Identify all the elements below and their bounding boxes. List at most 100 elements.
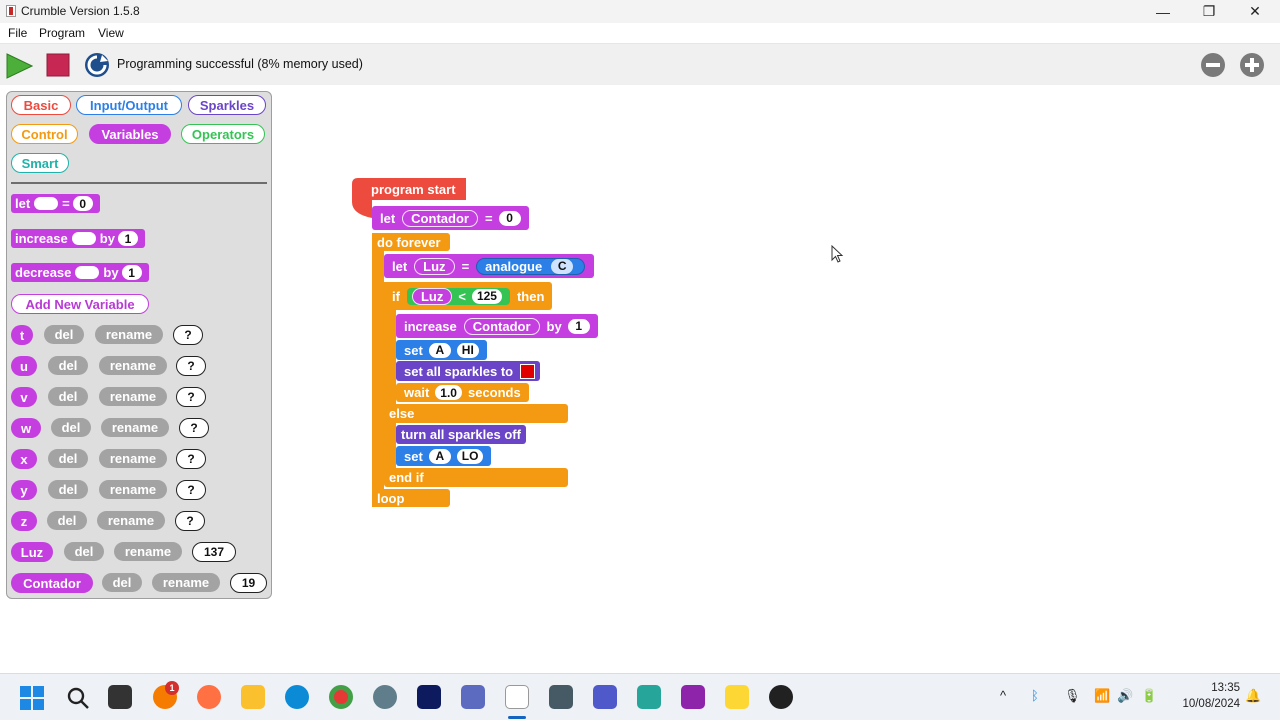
menu-view[interactable]: View	[98, 26, 124, 40]
let-block[interactable]: let Contador = 0	[372, 206, 529, 230]
menu-program[interactable]: Program	[39, 26, 85, 40]
minimize-button[interactable]: —	[1140, 0, 1186, 23]
else-block[interactable]: else	[384, 404, 568, 423]
delete-variable-button[interactable]: del	[64, 542, 104, 561]
variable-pill[interactable]: t	[11, 325, 33, 345]
battery-icon[interactable]: 🔋	[1141, 688, 1157, 704]
variable-pill[interactable]: z	[11, 511, 37, 531]
value-slot[interactable]: 125	[471, 288, 502, 304]
rename-variable-button[interactable]: rename	[99, 480, 167, 499]
value-slot[interactable]: 0	[72, 196, 93, 211]
palette-decrease-block[interactable]: decrease by 1	[11, 263, 149, 282]
add-new-variable-button[interactable]: Add New Variable	[11, 294, 149, 314]
task-view-icon[interactable]	[108, 685, 132, 709]
delete-variable-button[interactable]: del	[47, 511, 87, 530]
tray-expand-icon[interactable]: ^	[1000, 688, 1006, 703]
delete-variable-button[interactable]: del	[48, 449, 88, 468]
zoom-out-icon[interactable]	[1200, 52, 1226, 78]
analogue-reporter[interactable]: analogue C	[476, 257, 586, 275]
increase-block[interactable]: increase Contador by 1	[396, 314, 598, 338]
set-pin-low-block[interactable]: set A LO	[396, 446, 492, 466]
search-icon[interactable]	[66, 686, 90, 710]
program-start-block[interactable]: program start	[366, 178, 466, 200]
variable-slot[interactable]	[71, 232, 96, 245]
category-variables[interactable]: Variables	[89, 124, 171, 144]
gimp-icon[interactable]	[549, 685, 573, 709]
category-basic[interactable]: Basic	[11, 95, 71, 115]
delete-variable-button[interactable]: del	[48, 480, 88, 499]
variable-pill[interactable]: w	[11, 418, 41, 438]
variable-pill[interactable]: u	[11, 356, 37, 376]
variable-pill[interactable]: Luz	[11, 542, 53, 562]
rename-variable-button[interactable]: rename	[99, 387, 167, 406]
turn-sparkles-off-block[interactable]: turn all sparkles off	[396, 425, 526, 444]
variable-pill[interactable]: y	[11, 480, 37, 500]
obs-icon[interactable]	[769, 685, 793, 709]
set-all-sparkles-block[interactable]: set all sparkles to	[396, 361, 541, 381]
rename-variable-button[interactable]: rename	[95, 325, 163, 344]
menu-file[interactable]: File	[8, 26, 27, 40]
file-explorer-icon[interactable]	[241, 685, 265, 709]
variable-pill[interactable]: v	[11, 387, 37, 407]
do-forever-block[interactable]: do forever	[372, 233, 450, 251]
education-app-icon[interactable]	[637, 685, 661, 709]
category-smart[interactable]: Smart	[11, 153, 69, 173]
if-block[interactable]: if Luz < 125 then	[384, 282, 553, 310]
maximize-button[interactable]: ❐	[1186, 0, 1232, 23]
variable-pill[interactable]: x	[11, 449, 37, 469]
program-download-icon[interactable]	[83, 51, 111, 79]
delete-variable-button[interactable]: del	[102, 573, 142, 592]
notification-bell-icon[interactable]: 🔔	[1245, 688, 1261, 704]
let-analogue-block[interactable]: let Luz = analogue C	[384, 254, 595, 278]
microphone-icon[interactable]: 🎙	[1064, 688, 1081, 704]
wait-block[interactable]: wait 1.0 seconds	[396, 383, 529, 402]
pin-slot[interactable]: A	[428, 448, 451, 464]
pin-slot[interactable]: A	[428, 342, 451, 358]
rename-variable-button[interactable]: rename	[97, 511, 165, 530]
clock-date[interactable]: 10/08/2024	[1170, 698, 1240, 710]
teams-icon[interactable]	[593, 685, 617, 709]
sparkle-color-swatch[interactable]	[520, 363, 536, 379]
value-slot[interactable]: 1	[121, 265, 142, 280]
value-slot[interactable]: 1.0	[435, 385, 462, 400]
chrome-icon[interactable]	[329, 685, 353, 709]
set-pin-high-block[interactable]: set A HI	[396, 340, 487, 360]
zoom-in-icon[interactable]	[1239, 52, 1265, 78]
volume-icon[interactable]: 🔊	[1117, 688, 1133, 704]
rename-variable-button[interactable]: rename	[99, 356, 167, 375]
palette-let-block[interactable]: let = 0	[11, 194, 100, 213]
category-operators[interactable]: Operators	[181, 124, 265, 144]
variable-slot[interactable]: Luz	[414, 257, 455, 275]
palette-increase-block[interactable]: increase by 1	[11, 229, 145, 248]
audition-icon[interactable]	[417, 685, 441, 709]
state-slot[interactable]: HI	[456, 342, 479, 358]
end-if-block[interactable]: end if	[384, 468, 568, 487]
rename-variable-button[interactable]: rename	[152, 573, 220, 592]
variable-pill[interactable]: Contador	[11, 573, 93, 593]
category-sparkles[interactable]: Sparkles	[188, 95, 266, 115]
rename-variable-button[interactable]: rename	[101, 418, 169, 437]
delete-variable-button[interactable]: del	[48, 387, 88, 406]
firefox-icon[interactable]	[197, 685, 221, 709]
rename-variable-button[interactable]: rename	[114, 542, 182, 561]
category-control[interactable]: Control	[11, 124, 78, 144]
windows-start-icon[interactable]	[20, 686, 44, 710]
pin-slot[interactable]: C	[551, 258, 574, 274]
stop-icon[interactable]	[46, 53, 70, 77]
variable-slot[interactable]	[34, 197, 59, 210]
value-slot[interactable]: 0	[498, 210, 521, 226]
visual-studio-icon[interactable]	[461, 685, 485, 709]
clock-time[interactable]: 13:35	[1190, 682, 1240, 694]
loop-block[interactable]: loop	[372, 489, 450, 507]
bluetooth-icon[interactable]: ᛒ	[1031, 688, 1039, 703]
wifi-icon[interactable]: 📶	[1094, 688, 1110, 704]
close-button[interactable]: ✕	[1232, 0, 1278, 23]
delete-variable-button[interactable]: del	[48, 356, 88, 375]
variable-slot[interactable]: Contador	[463, 317, 540, 335]
value-slot[interactable]: 1	[117, 231, 138, 246]
variable-slot[interactable]: Luz	[411, 287, 453, 305]
puzzle-app-icon[interactable]	[681, 685, 705, 709]
category-input-output[interactable]: Input/Output	[76, 95, 182, 115]
run-icon[interactable]	[5, 53, 33, 79]
settings-gear-icon[interactable]	[373, 685, 397, 709]
